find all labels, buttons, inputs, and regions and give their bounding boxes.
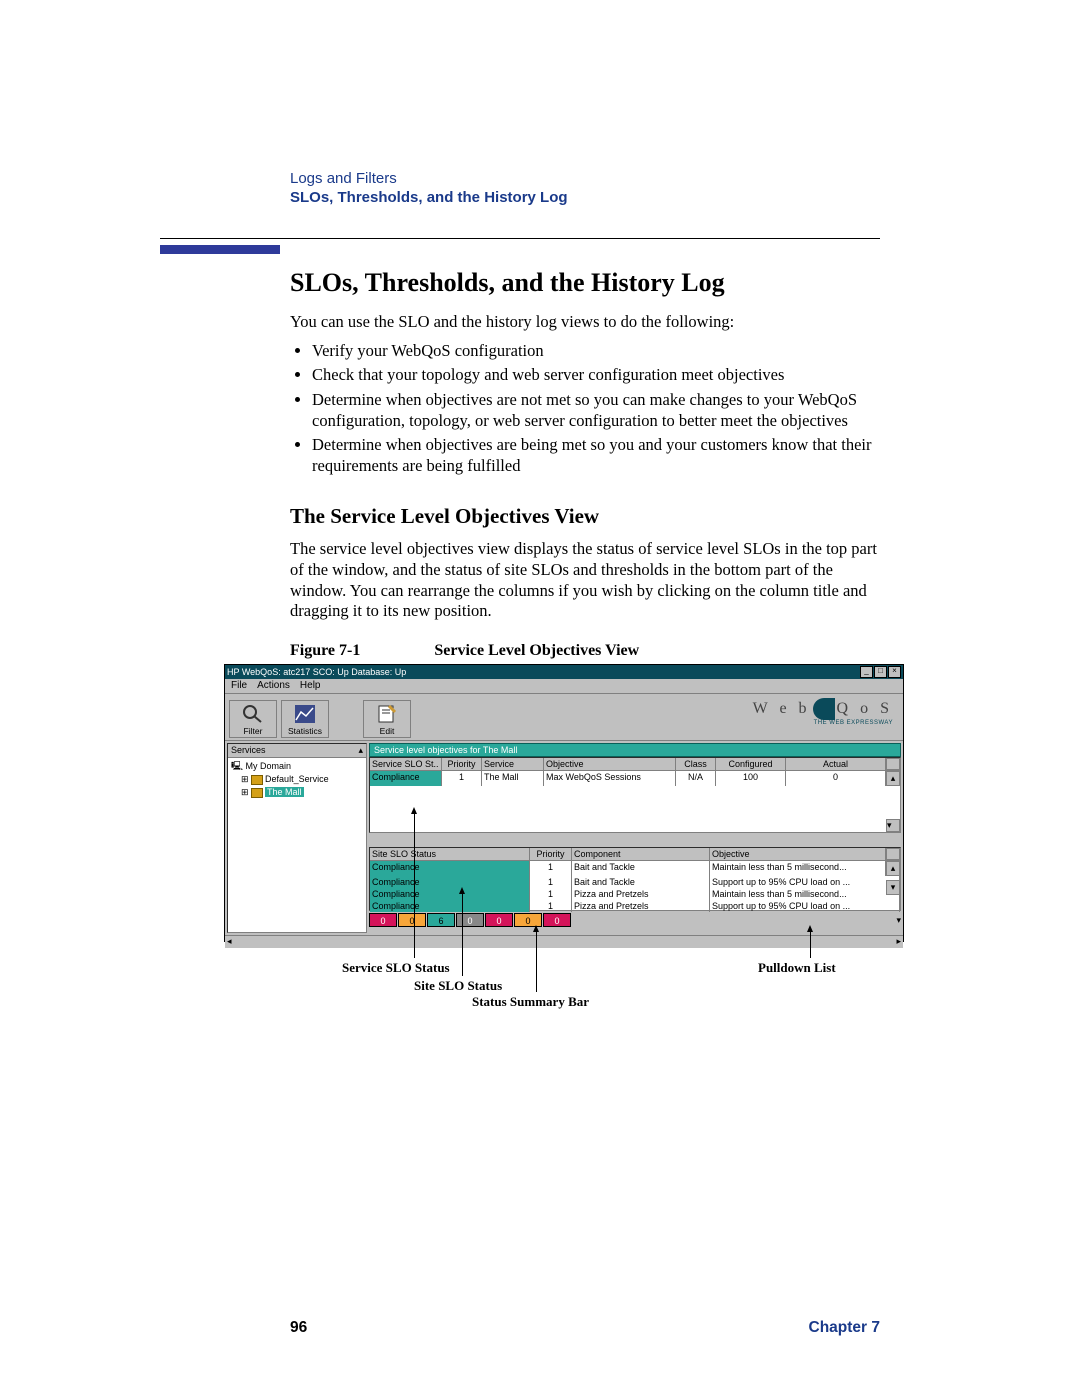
figure-number: Figure 7-1 [290,642,360,659]
filter-button[interactable]: Filter [229,700,277,738]
services-tree-panel: Services ▴ 🖳 My Domain ⊞ Default_Service… [227,743,367,933]
panel-header: Service level objectives for The Mall [369,743,901,757]
status-badge[interactable]: 0 [485,913,513,927]
scroll-up-icon[interactable]: ▴ [358,745,363,756]
col-header[interactable]: Objective [544,758,676,770]
scroll-down-icon[interactable]: ▾ [886,880,900,895]
annotation-arrow [462,892,463,976]
col-header[interactable]: Priority [442,758,482,770]
annotation-label: Status Summary Bar [472,994,589,1010]
col-header[interactable]: Site SLO Status [370,848,530,860]
toolbar: Filter Statistics Edit W e b [225,693,903,741]
toolbar-label: Statistics [288,726,322,736]
tree-header-label: Services [231,745,266,756]
table-row[interactable]: Compliance 1 Pizza and Pretzels Support … [370,900,900,912]
app-window: HP WebQoS: atc217 SCO: Up Database: Up _… [224,664,904,942]
table-row[interactable]: Compliance 1 Bait and Tackle Maintain le… [370,861,900,876]
table-row[interactable]: Compliance 1 The Mall Max WebQoS Session… [370,771,900,786]
col-header[interactable]: Configured [716,758,786,770]
tree-item[interactable]: 🖳 My Domain [231,760,363,773]
close-button[interactable]: × [888,666,901,678]
scroll-right-icon[interactable]: ▸ [896,936,901,947]
status-summary-bar[interactable]: 0 0 6 0 0 0 0 ▾ [369,913,901,927]
magnifier-icon [241,703,265,725]
horizontal-rule [160,238,880,239]
blue-accent-bar [160,245,280,254]
page-title: SLOs, Thresholds, and the History Log [290,268,880,298]
logo-text: W e b [753,700,811,718]
page-number: 96 [290,1319,307,1337]
toolbar-label: Filter [244,726,263,736]
annotation-label: Pulldown List [758,960,836,976]
notepad-icon [375,703,399,725]
status-badge[interactable]: 0 [456,913,484,927]
col-header[interactable]: Objective [710,848,886,860]
status-badge[interactable]: 0 [369,913,397,927]
bullet-list: Verify your WebQoS configuration Check t… [290,341,880,477]
table-row[interactable]: Compliance 1 Bait and Tackle Support up … [370,876,900,888]
annotation-label: Service SLO Status [342,960,450,976]
status-badge[interactable]: 6 [427,913,455,927]
edit-button[interactable]: Edit [363,700,411,738]
col-header[interactable]: Priority [530,848,572,860]
annotation-label: Site SLO Status [414,978,502,994]
minimize-button[interactable]: _ [860,666,873,678]
menu-actions[interactable]: Actions [257,680,290,691]
tree-item-selected[interactable]: ⊞ The Mall [231,786,363,799]
list-item: Determine when objectives are not met so… [312,390,880,431]
table-header-row[interactable]: Site SLO Status Priority Component Objec… [370,848,900,861]
col-header[interactable]: Service [482,758,544,770]
section-name: SLOs, Thresholds, and the History Log [290,189,880,206]
list-item: Check that your topology and web server … [312,365,880,386]
webqos-logo: W e b Q o S THE WEB EXPRESSWAY [753,698,893,720]
annotation-arrow [810,930,811,958]
maximize-button[interactable]: □ [874,666,887,678]
figure-label: Figure 7-1 Service Level Objectives View [290,642,880,660]
status-badge[interactable]: 0 [543,913,571,927]
annotation-arrow [414,812,415,958]
tree-item[interactable]: ⊞ Default_Service [231,773,363,786]
statistics-button[interactable]: Statistics [281,700,329,738]
col-header[interactable]: Component [572,848,710,860]
figure-title: Service Level Objectives View [434,642,639,659]
crescent-icon [813,698,835,720]
folder-icon [251,775,263,785]
menubar[interactable]: File Actions Help [225,679,903,693]
tree-body[interactable]: 🖳 My Domain ⊞ Default_Service ⊞ The Mall [228,758,366,801]
list-item: Verify your WebQoS configuration [312,341,880,362]
table-row[interactable]: Compliance 1 Pizza and Pretzels Maintain… [370,888,900,900]
tree-header: Services ▴ [228,744,366,758]
logo-subtitle: THE WEB EXPRESSWAY [814,720,893,726]
list-item: Determine when objectives are being met … [312,435,880,476]
col-header[interactable]: Actual [786,758,886,770]
chapter-ref: Chapter 7 [809,1319,881,1337]
chart-icon [293,703,317,725]
intro-paragraph: You can use the SLO and the history log … [290,312,880,333]
subheading: The Service Level Objectives View [290,504,880,529]
col-header[interactable]: Service SLO St.. [370,758,442,770]
col-header[interactable]: Class [676,758,716,770]
scroll-up-icon[interactable]: ▴ [886,771,900,786]
body-paragraph: The service level objectives view displa… [290,539,880,622]
window-titlebar[interactable]: HP WebQoS: atc217 SCO: Up Database: Up _… [225,665,903,679]
status-badge[interactable]: 0 [398,913,426,927]
menu-file[interactable]: File [231,680,247,691]
window-title: HP WebQoS: atc217 SCO: Up Database: Up [227,667,406,677]
annotation-arrow [536,930,537,992]
toolbar-label: Edit [380,726,395,736]
page-footer: 96 Chapter 7 [290,1319,880,1337]
service-slo-table: Service SLO St.. Priority Service Object… [369,757,901,833]
scroll-up-icon[interactable]: ▴ [886,861,900,876]
pulldown-icon[interactable]: ▾ [896,913,901,927]
logo-text: Q o S [837,700,893,718]
table-header-row[interactable]: Service SLO St.. Priority Service Object… [370,758,900,771]
menu-help[interactable]: Help [300,680,321,691]
site-slo-table: Site SLO Status Priority Component Objec… [369,847,901,911]
scroll-down-icon[interactable]: ▾ [886,819,900,832]
folder-icon [251,788,263,798]
status-cell: Compliance [370,771,442,786]
chapter-name: Logs and Filters [290,170,880,187]
